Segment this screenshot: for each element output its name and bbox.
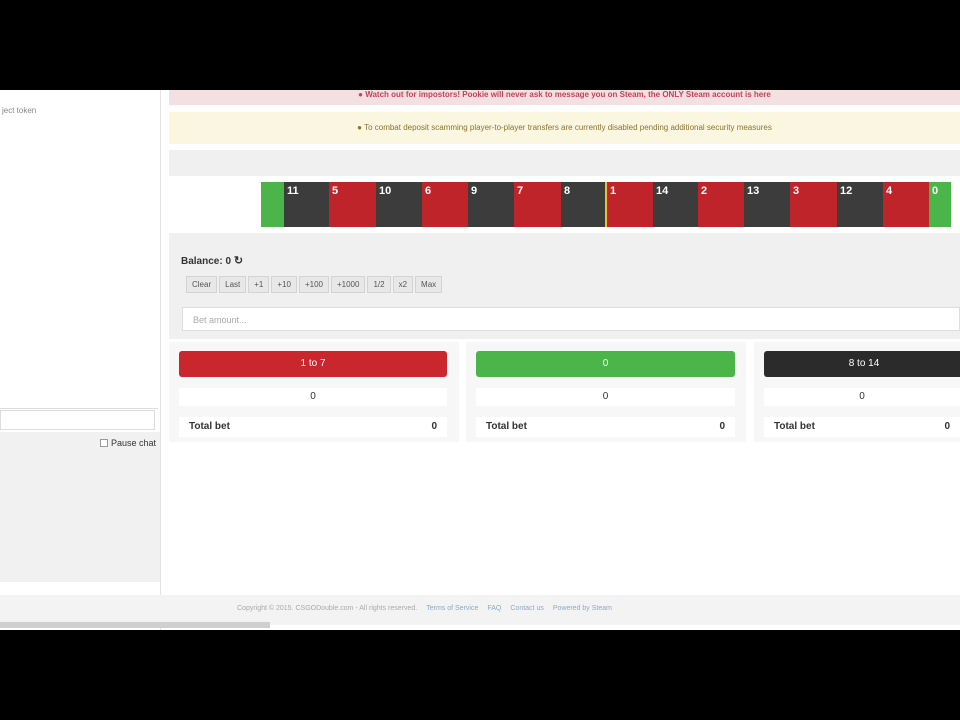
roulette-number: 6: [425, 185, 432, 197]
roulette-cell: 11: [284, 182, 329, 227]
quick-bet-button[interactable]: +100: [298, 276, 329, 293]
roulette-cell: 8: [561, 182, 607, 227]
roulette-number: 10: [379, 185, 392, 197]
refresh-icon[interactable]: ↻: [234, 255, 243, 267]
footer-link-contact[interactable]: Contact us: [510, 605, 543, 612]
pause-chat-label: Pause chat: [110, 438, 156, 448]
black-bet-value: 0: [764, 388, 960, 406]
footer-link-steam[interactable]: Powered by Steam: [553, 605, 612, 612]
balance-label: Balance: 0: [181, 256, 232, 267]
bet-red-button[interactable]: 1 to 7: [179, 351, 447, 377]
roulette-cell: 7: [514, 182, 561, 227]
quick-bet-button[interactable]: +1: [248, 276, 270, 293]
quick-bet-button[interactable]: +10: [271, 276, 297, 293]
roulette-number: 0: [932, 185, 939, 197]
total-bet-label: Total bet: [189, 421, 230, 432]
chat-log: ject token: [0, 90, 158, 409]
roulette-cell: 13: [744, 182, 790, 227]
quick-bet-button[interactable]: +1000: [330, 276, 366, 293]
roulette-number: 3: [793, 185, 800, 197]
bet-column-black: 8 to 14 0 Total bet 0: [754, 342, 960, 442]
bet-column-green: 0 0 Total bet 0: [466, 342, 746, 442]
bet-column-red: 1 to 7 0 Total bet 0: [169, 342, 459, 442]
green-bet-value: 0: [476, 388, 735, 406]
roulette-cell: 6: [422, 182, 468, 227]
browser-viewport: ject token Pause chat ● Watch out for im…: [0, 90, 960, 630]
quick-bet-button[interactable]: 1/2: [367, 276, 391, 293]
roulette-cell: 12: [837, 182, 883, 227]
roulette-cell: 5: [329, 182, 376, 227]
bet-black-button[interactable]: 8 to 14: [764, 351, 960, 377]
roulette-cell: 14: [653, 182, 698, 227]
balance-display: Balance: 0 ↻: [181, 254, 243, 267]
roulette-number: 14: [656, 185, 669, 197]
copyright-text: Copyright © 2015. CSGODouble.com - All r…: [237, 605, 418, 612]
bet-panel: Balance: 0 ↻ Clear Last +1 +10 +100 +1000 1/2 x…: [169, 233, 960, 339]
total-bet-amount: 0: [719, 421, 725, 432]
footer: Copyright © 2015. CSGODouble.com - All r…: [0, 595, 960, 625]
roulette-cell: 2: [698, 182, 744, 227]
quick-bet-button[interactable]: x2: [392, 276, 414, 293]
roulette-number: 11: [287, 185, 299, 197]
roulette-number: 1: [610, 185, 617, 197]
horizontal-scrollbar[interactable]: [0, 622, 270, 628]
chat-controls: Pause chat: [0, 432, 160, 582]
green-total-row: Total bet 0: [476, 417, 735, 437]
total-bet-label: Total bet: [774, 421, 815, 432]
roulette-marker: [605, 182, 607, 227]
quick-bet-button[interactable]: Max: [415, 276, 443, 293]
footer-link-terms[interactable]: Terms of Service: [426, 605, 478, 612]
red-bet-value: 0: [179, 388, 447, 406]
total-bet-amount: 0: [431, 421, 437, 432]
black-total-row: Total bet 0: [764, 417, 960, 437]
pause-chat-toggle[interactable]: Pause chat: [99, 438, 156, 448]
roulette-cell: 9: [468, 182, 514, 227]
roulette-cell: [261, 182, 284, 227]
total-bet-amount: 0: [944, 421, 950, 432]
roulette-cell: 10: [376, 182, 422, 227]
red-total-row: Total bet 0: [179, 417, 447, 437]
quick-bet-button[interactable]: Last: [219, 276, 247, 293]
bet-green-button[interactable]: 0: [476, 351, 735, 377]
roulette-cell: 1: [607, 182, 653, 227]
total-bet-label: Total bet: [486, 421, 527, 432]
roulette-number: 4: [886, 185, 893, 197]
bet-amount-input[interactable]: Bet amount...: [182, 307, 960, 331]
roulette-cell: 3: [790, 182, 837, 227]
roulette-number: 13: [747, 185, 760, 197]
chat-panel: ject token Pause chat: [0, 90, 161, 630]
footer-link-faq[interactable]: FAQ: [487, 605, 501, 612]
roulette-number: 12: [840, 185, 853, 197]
roulette-number: 8: [564, 185, 571, 197]
roulette-cell: 0: [929, 182, 951, 227]
roulette-number: 5: [332, 185, 339, 197]
spacer-band: [169, 150, 960, 176]
quick-bet-buttons: Clear Last +1 +10 +100 +1000 1/2 x2 Max: [186, 276, 444, 293]
transfer-warning: ● To combat deposit scamming player-to-p…: [169, 112, 960, 144]
impostor-alert: ● Watch out for impostors! Pookie will n…: [169, 90, 960, 105]
chat-message: ject token: [2, 106, 37, 115]
pause-chat-checkbox[interactable]: [99, 439, 108, 447]
roulette-cell: 4: [883, 182, 929, 227]
roulette-number: 2: [701, 185, 708, 197]
main-content: ● Watch out for impostors! Pookie will n…: [161, 90, 960, 630]
quick-bet-button[interactable]: Clear: [186, 276, 218, 293]
chat-input[interactable]: [0, 410, 155, 430]
roulette-number: 9: [471, 185, 478, 197]
roulette-number: 7: [517, 185, 524, 197]
